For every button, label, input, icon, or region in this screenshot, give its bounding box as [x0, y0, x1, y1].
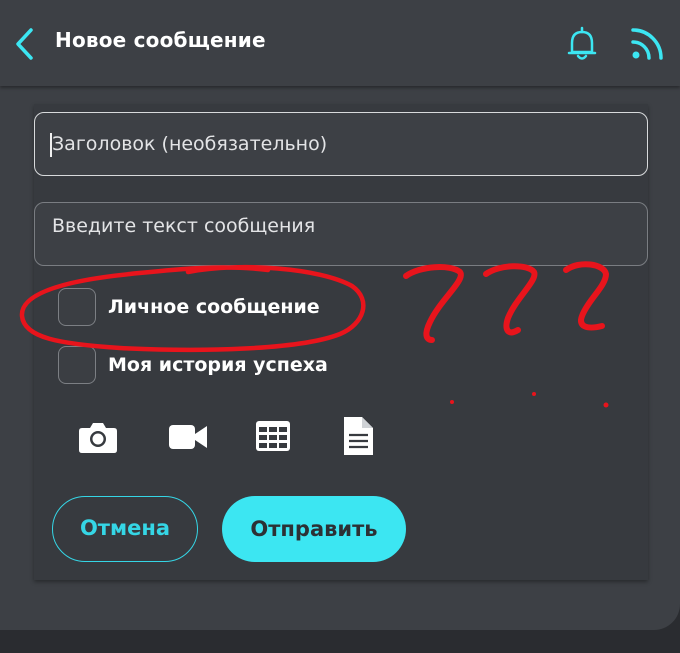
- camera-icon[interactable]: [78, 420, 118, 454]
- message-textarea[interactable]: Введите текст сообщения: [34, 202, 648, 266]
- document-icon[interactable]: [342, 416, 374, 456]
- send-button[interactable]: Отправить: [222, 496, 406, 562]
- title-input[interactable]: Заголовок (необязательно): [34, 112, 648, 176]
- cancel-button[interactable]: Отмена: [52, 496, 198, 562]
- chevron-left-icon[interactable]: [10, 26, 40, 62]
- text-caret: [50, 133, 52, 157]
- video-icon[interactable]: [168, 422, 208, 452]
- private-message-checkbox[interactable]: [58, 288, 96, 326]
- success-story-label: Моя история успеха: [108, 354, 328, 376]
- message-placeholder: Введите текст сообщения: [52, 215, 316, 237]
- title-placeholder: Заголовок (необязательно): [52, 133, 328, 155]
- rss-icon[interactable]: [630, 25, 666, 61]
- private-message-label: Личное сообщение: [108, 296, 320, 318]
- table-icon[interactable]: [255, 420, 291, 452]
- bell-icon[interactable]: [566, 26, 598, 62]
- page-title: Новое сообщение: [55, 28, 266, 52]
- app-header: Новое сообщение: [0, 0, 680, 86]
- success-story-checkbox[interactable]: [58, 346, 96, 384]
